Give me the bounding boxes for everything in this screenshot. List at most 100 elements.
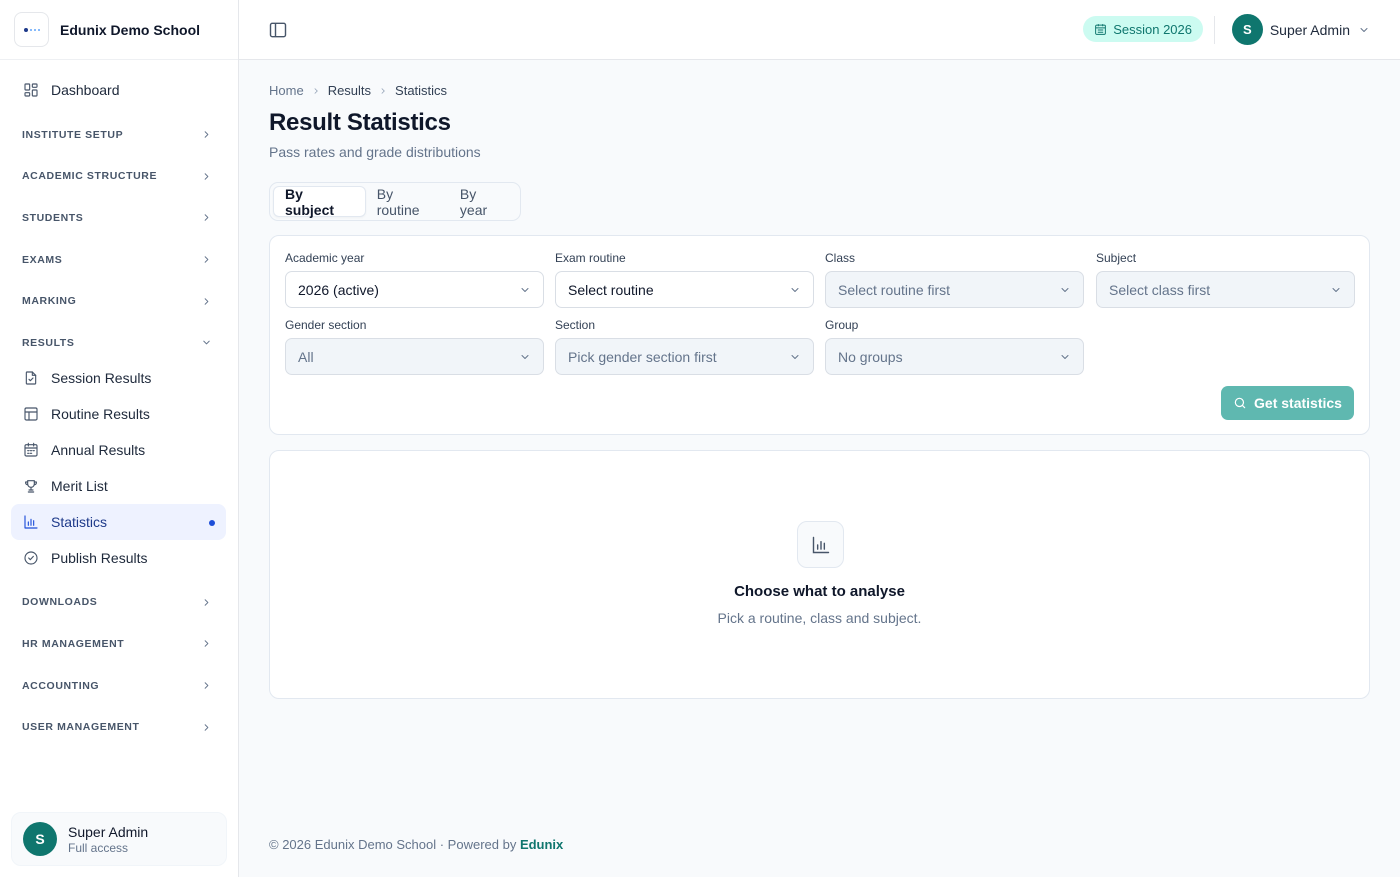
chevron-right-icon [204,297,209,305]
sidebar-item-label: Routine Results [51,405,150,422]
filter-card: Academic year 2026 (active) Exam routine… [269,235,1370,435]
section-results[interactable]: RESULTS [11,322,226,364]
chevron-right-icon [381,87,385,94]
chevron-down-icon [1332,287,1340,292]
chevron-right-icon [204,131,209,139]
select-value: All [298,348,314,365]
section-select[interactable]: Pick gender section first [555,338,814,375]
divider [1214,16,1215,44]
user-name: Super Admin [1269,21,1350,38]
chevron-right-icon [204,173,209,180]
sidebar: Edunix Demo School Dashboard INSTITUTE S… [0,0,239,877]
section-label: ACCOUNTING [22,679,100,692]
section-exams[interactable]: EXAMS [11,239,226,281]
sidebar-item-publish-results[interactable]: Publish Results [11,540,226,576]
user-menu[interactable]: S Super Admin [1231,14,1370,45]
field-label: Subject [1096,251,1137,265]
sidebar-toggle-button[interactable] [268,20,288,40]
sidebar-item-label: Merit List [51,477,108,494]
academic-year-select[interactable]: 2026 (active) [285,271,544,308]
section-marking[interactable]: MARKING [11,280,226,322]
chevron-down-icon [791,287,799,292]
sidebar-item-dashboard[interactable]: Dashboard [11,72,226,108]
user-role: Full access [68,840,129,855]
breadcrumb: Home Results Statistics [269,83,447,98]
academic-year-field: Academic year 2026 (active) [285,251,544,308]
chevron-right-icon [204,599,209,606]
sidebar-item-label: Annual Results [51,441,146,458]
sidebar-nav: Dashboard INSTITUTE SETUP ACADEMIC STRUC… [11,72,226,748]
calendar-grid-icon [24,442,38,457]
footer: © 2026 Edunix Demo School · Powered by E… [269,837,563,852]
section-label: STUDENTS [22,211,84,224]
sidebar-user-card[interactable]: S Super Admin Full access [11,812,227,866]
field-label: Gender section [285,318,367,332]
empty-state-subtitle: Pick a routine, class and subject. [717,610,922,626]
sidebar-item-merit-list[interactable]: Merit List [11,468,226,504]
active-indicator [209,519,215,526]
tab-by-year[interactable]: By year [449,186,517,218]
section-user-management[interactable]: USER MANAGEMENT [11,706,226,748]
session-badge[interactable]: Session 2026 [1083,16,1203,42]
calendar-icon [1095,23,1107,35]
chevron-down-icon [1360,27,1368,32]
select-value: 2026 (active) [298,281,379,298]
section-field: Section Pick gender section first [555,318,814,375]
breadcrumb-results[interactable]: Results [328,83,371,98]
chevron-down-icon [521,287,529,292]
avatar: S [1231,14,1263,45]
sidebar-item-label: Statistics [51,513,108,530]
section-label: DOWNLOADS [22,596,98,609]
button-label: Get statistics [1254,395,1342,411]
gender-section-select[interactable]: All [285,338,544,375]
group-select[interactable]: No groups [825,338,1084,375]
select-value: No groups [838,348,903,365]
breadcrumb-current: Statistics [395,83,448,98]
sidebar-item-statistics[interactable]: Statistics [11,503,226,540]
select-value: Select routine [568,281,654,298]
tab-by-subject[interactable]: By subject [273,186,366,218]
topbar: Session 2026 S Super Admin [239,0,1400,60]
section-institute-setup[interactable]: INSTITUTE SETUP [11,114,226,156]
section-academic-structure[interactable]: ACADEMIC STRUCTURE [11,156,226,198]
empty-state-title: Choose what to analyse [734,583,905,600]
section-label: EXAMS [22,253,63,266]
sidebar-item-label: Publish Results [51,549,148,566]
section-label: ACADEMIC STRUCTURE [22,170,158,183]
subject-select[interactable]: Select class first [1096,271,1355,308]
footer-link[interactable]: Edunix [520,837,563,852]
exam-routine-select[interactable]: Select routine [555,271,814,308]
gender-section-field: Gender section All [285,318,544,375]
brand[interactable]: Edunix Demo School [0,0,238,60]
bar-chart-icon [24,514,38,529]
chevron-right-icon [204,723,209,731]
sidebar-item-label: Session Results [51,369,152,386]
field-label: Class [825,251,856,265]
section-downloads[interactable]: DOWNLOADS [11,582,226,624]
section-accounting[interactable]: ACCOUNTING [11,665,226,707]
tab-by-routine[interactable]: By routine [366,186,449,218]
sidebar-item-annual-results[interactable]: Annual Results [11,432,226,468]
chevron-down-icon [1061,287,1069,292]
get-statistics-button[interactable]: Get statistics [1221,386,1354,420]
class-select[interactable]: Select routine first [825,271,1084,308]
section-hr-management[interactable]: HR MANAGEMENT [11,623,226,665]
breadcrumb-home[interactable]: Home [269,83,304,98]
chevron-down-icon [1061,354,1069,359]
section-label: INSTITUTE SETUP [22,128,124,141]
section-label: MARKING [22,295,77,308]
section-students[interactable]: STUDENTS [11,197,226,239]
school-logo-icon [14,12,49,47]
trophy-icon [25,479,37,493]
school-name: Edunix Demo School [60,21,201,38]
tab-list: By subject By routine By year [269,182,521,221]
sidebar-item-label: Dashboard [51,82,120,98]
session-label: Session 2026 [1113,21,1192,37]
sidebar-item-routine-results[interactable]: Routine Results [11,396,226,432]
bar-chart-icon [797,521,844,568]
sidebar-item-session-results[interactable]: Session Results [11,360,226,396]
field-label: Section [555,318,596,332]
empty-state-card: Choose what to analyse Pick a routine, c… [269,450,1370,699]
select-value: Pick gender section first [568,348,717,365]
chevron-right-icon [204,214,209,222]
